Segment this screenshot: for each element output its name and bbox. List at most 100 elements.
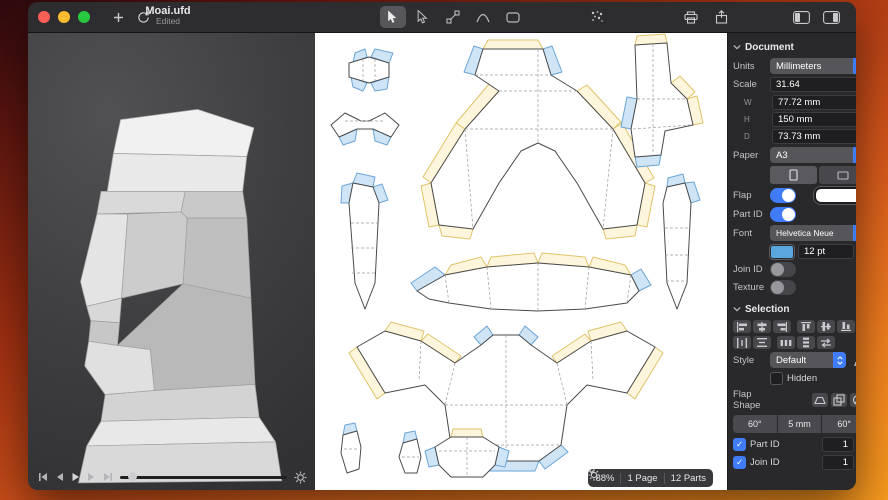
portrait-page-icon — [789, 169, 798, 181]
divider — [663, 472, 665, 484]
style-dropdown[interactable]: Default — [770, 352, 846, 368]
flap-angle-left-field[interactable]: 60° — [733, 415, 777, 433]
canvas-settings-gear-icon[interactable] — [588, 469, 601, 481]
texture-toggle[interactable] — [770, 280, 796, 295]
align-left-button[interactable] — [733, 320, 751, 333]
step-back-button[interactable] — [55, 472, 64, 482]
paper-label: Paper — [733, 149, 759, 161]
flap-color-well[interactable] — [814, 187, 856, 204]
unfold-piece-top-left[interactable] — [348, 48, 394, 92]
distribute-v-button[interactable] — [753, 336, 771, 349]
orientation-portrait-button[interactable] — [770, 166, 817, 184]
sel-part-id-input[interactable]: 1 — [822, 437, 854, 452]
magic-tool-button[interactable] — [584, 6, 610, 28]
join-id-toggle[interactable] — [770, 262, 796, 277]
sel-part-id-value: 1 — [842, 439, 848, 450]
align-center-h-button[interactable] — [753, 320, 771, 333]
height-label: H — [744, 115, 750, 124]
edit-style-button[interactable] — [850, 353, 856, 367]
sel-join-id-label: Join ID — [750, 457, 780, 468]
unfold-canvas[interactable]: .cut{fill:#ffffff;stroke:#4a4a4a;stroke-… — [315, 33, 727, 490]
selection-section-header[interactable]: Selection — [733, 301, 856, 317]
units-dropdown[interactable]: Millimeters — [770, 58, 856, 74]
unfold-piece-crab[interactable] — [348, 321, 664, 472]
unfold-piece-arch[interactable] — [420, 39, 656, 240]
flap-shape-copy-button[interactable] — [831, 393, 847, 407]
play-button[interactable] — [71, 472, 80, 482]
flap-angle-right-field[interactable]: 60° — [822, 415, 856, 433]
node-icon — [446, 10, 460, 24]
spray-icon — [591, 11, 603, 22]
depth-input[interactable]: 73.73 mm — [772, 129, 856, 144]
part-id-toggle[interactable] — [770, 207, 796, 222]
panel-toggles — [788, 6, 844, 28]
timeline-slider[interactable] — [120, 472, 287, 481]
flap-toggle[interactable] — [770, 188, 796, 203]
divider — [620, 472, 622, 484]
tool-group-select — [380, 6, 526, 28]
unfold-piece-small-2[interactable] — [398, 430, 422, 474]
node-tool-button[interactable] — [440, 6, 466, 28]
landscape-page-icon — [836, 170, 849, 180]
timeline-knob[interactable] — [128, 472, 137, 481]
sel-join-id-value: 1 — [842, 457, 848, 468]
cursor-icon — [388, 10, 397, 23]
sel-join-id-checkbox[interactable]: ✓ — [733, 456, 746, 469]
sel-join-id-input[interactable]: 1 — [822, 455, 854, 470]
unfold-piece-smile[interactable] — [410, 252, 652, 312]
toggle-right-panel-icon[interactable] — [818, 6, 844, 28]
minimize-button[interactable] — [58, 11, 70, 23]
arc-icon — [476, 13, 490, 23]
flap-height-field[interactable]: 5 mm — [777, 415, 822, 433]
share-button[interactable] — [708, 6, 734, 28]
style-label: Style — [733, 354, 755, 366]
align-top-button[interactable] — [797, 320, 815, 333]
step-forward-button[interactable] — [87, 472, 96, 482]
part-id-label: Part ID — [733, 209, 763, 220]
print-button[interactable] — [678, 6, 704, 28]
font-dropdown[interactable]: Helvetica Neue — [770, 225, 856, 241]
arc-tool-button[interactable] — [470, 6, 496, 28]
select-alt-tool-button[interactable] — [410, 6, 436, 28]
app-window: Moai.ufd Edited 88% 1 Page 12 Parts Docu… — [28, 2, 856, 490]
document-section-title: Document — [745, 41, 794, 53]
paper-dropdown[interactable]: A3 — [770, 147, 856, 163]
inspector-sidebar: Document Units Millimeters Scale 31.64 W — [727, 33, 856, 490]
unfold-piece-strip-left[interactable] — [340, 172, 389, 310]
sel-part-id-checkbox[interactable]: ✓ — [733, 438, 746, 451]
space-evenly-h-button[interactable] — [777, 336, 795, 349]
skip-start-button[interactable] — [38, 472, 48, 482]
skip-end-button[interactable] — [103, 472, 113, 482]
align-middle-v-button[interactable] — [817, 320, 835, 333]
flap-shape-none-button[interactable] — [850, 393, 856, 407]
unfold-piece-chair[interactable] — [620, 33, 704, 168]
unfold-piece-mustache[interactable] — [330, 112, 400, 146]
space-evenly-v-button[interactable] — [797, 336, 815, 349]
zoom-window-button[interactable] — [78, 11, 90, 23]
align-bottom-button[interactable] — [837, 320, 855, 333]
close-button[interactable] — [38, 11, 50, 23]
scale-input[interactable]: 31.64 — [770, 77, 856, 92]
unfold-piece-small-1[interactable] — [340, 422, 362, 474]
hidden-checkbox[interactable] — [770, 372, 783, 385]
moai-3d-model — [78, 108, 283, 484]
distribute-h-button[interactable] — [733, 336, 751, 349]
toggle-left-panel-icon[interactable] — [788, 6, 814, 28]
align-right-button[interactable] — [773, 320, 791, 333]
font-color-well[interactable] — [770, 244, 794, 259]
unfold-piece-strip-right[interactable] — [662, 173, 701, 310]
flap-shape-trapezoid-button[interactable] — [812, 393, 828, 407]
flap-shape-label: Flap Shape — [733, 389, 761, 411]
shape-tool-button[interactable] — [500, 6, 526, 28]
viewport-settings-gear-icon[interactable] — [294, 470, 307, 484]
height-input[interactable]: 150 mm — [772, 112, 856, 127]
swap-button[interactable] — [817, 336, 835, 349]
model-viewport[interactable] — [28, 33, 315, 490]
orientation-landscape-button[interactable] — [819, 166, 856, 184]
font-size-input[interactable]: 12 pt — [798, 244, 854, 259]
title-bar: Moai.ufd Edited — [28, 2, 856, 33]
select-tool-button[interactable] — [380, 6, 406, 28]
document-section-header[interactable]: Document — [733, 39, 856, 55]
width-input[interactable]: 77.72 mm — [772, 95, 856, 110]
depth-value: 73.73 mm — [778, 131, 821, 142]
